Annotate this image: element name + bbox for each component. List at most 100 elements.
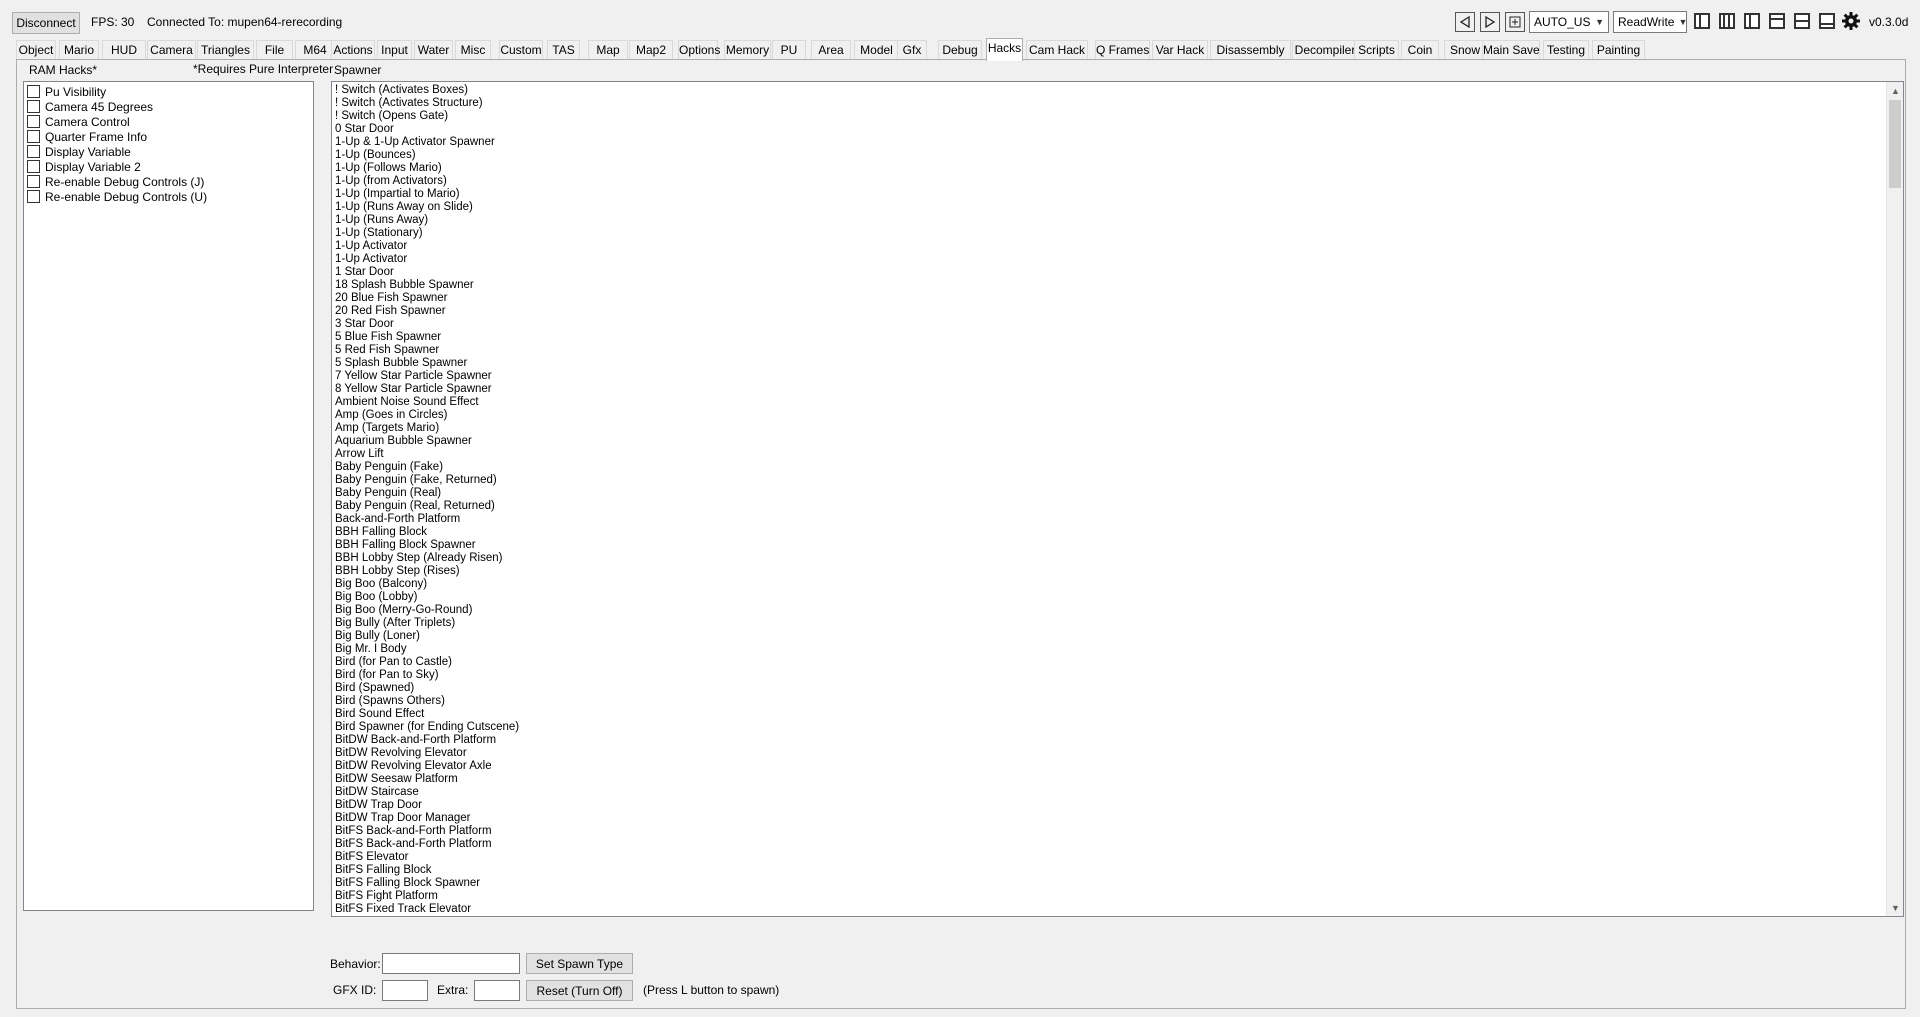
- ram-hack-checkbox[interactable]: Re-enable Debug Controls (U): [27, 189, 207, 204]
- spawner-list-item[interactable]: 0 Star Door: [335, 123, 394, 136]
- layout-4-icon[interactable]: [1769, 13, 1785, 29]
- behavior-input[interactable]: [382, 953, 520, 974]
- spawner-list-item[interactable]: Bird (for Pan to Castle): [335, 656, 452, 669]
- spawner-list-item[interactable]: Bird Spawner (for Ending Cutscene): [335, 721, 519, 734]
- spawner-list-item[interactable]: Baby Penguin (Real, Returned): [335, 500, 495, 513]
- ram-hack-checkbox[interactable]: Camera 45 Degrees: [27, 99, 153, 114]
- spawner-list-item[interactable]: ! Switch (Opens Gate): [335, 110, 448, 123]
- spawner-list-item[interactable]: BitFS Fixed Track Elevator: [335, 903, 471, 916]
- tab-mario[interactable]: Mario: [59, 40, 99, 60]
- spawner-list-item[interactable]: Bird (Spawns Others): [335, 695, 445, 708]
- scroll-up-icon[interactable]: ▲: [1887, 82, 1903, 99]
- ram-hack-checkbox[interactable]: Display Variable: [27, 144, 131, 159]
- spawner-list-item[interactable]: Big Boo (Merry-Go-Round): [335, 604, 472, 617]
- tab-tas[interactable]: TAS: [547, 40, 580, 60]
- checkbox-box[interactable]: [27, 145, 40, 158]
- spawner-list-item[interactable]: BitDW Seesaw Platform: [335, 773, 458, 786]
- disconnect-button[interactable]: Disconnect: [12, 12, 80, 34]
- checkbox-box[interactable]: [27, 85, 40, 98]
- spawner-list-item[interactable]: 1-Up (from Activators): [335, 175, 447, 188]
- spawner-list-item[interactable]: Arrow Lift: [335, 448, 384, 461]
- ram-hack-checkbox[interactable]: Pu Visibility: [27, 84, 106, 99]
- scroll-thumb[interactable]: [1889, 100, 1901, 188]
- tab-snow[interactable]: Snow: [1444, 40, 1486, 60]
- ram-hack-checkbox[interactable]: Camera Control: [27, 114, 130, 129]
- extra-input[interactable]: [474, 980, 520, 1001]
- spawner-list-item[interactable]: Amp (Targets Mario): [335, 422, 439, 435]
- tab-actions[interactable]: Actions: [331, 40, 375, 60]
- spawner-list-item[interactable]: BBH Falling Block Spawner: [335, 539, 476, 552]
- spawner-list-item[interactable]: 1-Up Activator: [335, 253, 407, 266]
- spawner-list-item[interactable]: Bird (for Pan to Sky): [335, 669, 439, 682]
- tab-area[interactable]: Area: [811, 40, 851, 60]
- tab-map[interactable]: Map: [588, 40, 628, 60]
- tab-var-hack[interactable]: Var Hack: [1152, 40, 1208, 60]
- tab-scripts[interactable]: Scripts: [1354, 40, 1399, 60]
- spawner-list-item[interactable]: 5 Red Fish Spawner: [335, 344, 439, 357]
- checkbox-box[interactable]: [27, 190, 40, 203]
- tab-q-frames[interactable]: Q Frames: [1095, 40, 1150, 60]
- access-mode-select[interactable]: ReadWrite ▼: [1613, 11, 1687, 33]
- spawner-list-item[interactable]: 1 Star Door: [335, 266, 394, 279]
- spawner-list-item[interactable]: BitDW Staircase: [335, 786, 419, 799]
- step-forward-icon[interactable]: [1480, 12, 1500, 32]
- spawner-list-item[interactable]: Baby Penguin (Fake, Returned): [335, 474, 497, 487]
- spawner-list-item[interactable]: BitFS Fight Platform: [335, 890, 438, 903]
- spawner-list-item[interactable]: 1-Up (Follows Mario): [335, 162, 442, 175]
- tab-map2[interactable]: Map2: [629, 40, 673, 60]
- ram-hack-checkbox[interactable]: Quarter Frame Info: [27, 129, 147, 144]
- tab-painting[interactable]: Painting: [1592, 40, 1645, 60]
- tab-triangles[interactable]: Triangles: [197, 40, 254, 60]
- tab-file[interactable]: File: [256, 40, 293, 60]
- tab-model[interactable]: Model: [854, 40, 899, 60]
- gear-icon[interactable]: [1841, 11, 1861, 34]
- ram-hack-checkbox[interactable]: Display Variable 2: [27, 159, 141, 174]
- reset-button[interactable]: Reset (Turn Off): [526, 980, 633, 1001]
- spawner-list-item[interactable]: Big Bully (After Triplets): [335, 617, 455, 630]
- spawner-list-item[interactable]: 1-Up Activator: [335, 240, 407, 253]
- spawner-list-item[interactable]: ! Switch (Activates Boxes): [335, 84, 468, 97]
- spawner-list-item[interactable]: 1-Up & 1-Up Activator Spawner: [335, 136, 495, 149]
- spawner-list-item[interactable]: Big Boo (Lobby): [335, 591, 417, 604]
- spawner-list-item[interactable]: BitFS Back-and-Forth Platform: [335, 838, 492, 851]
- spawner-list-item[interactable]: BitDW Revolving Elevator Axle: [335, 760, 492, 773]
- ram-hack-checkbox[interactable]: Re-enable Debug Controls (J): [27, 174, 204, 189]
- spawner-list-item[interactable]: 1-Up (Runs Away): [335, 214, 428, 227]
- tab-decompiler[interactable]: Decompiler: [1292, 40, 1358, 60]
- tab-disassembly[interactable]: Disassembly: [1210, 40, 1291, 60]
- spawner-scrollbar[interactable]: ▲ ▼: [1886, 82, 1903, 916]
- layout-2-icon[interactable]: [1719, 13, 1735, 29]
- tab-m64[interactable]: M64: [295, 40, 335, 60]
- tab-misc[interactable]: Misc: [455, 40, 491, 60]
- step-back-icon[interactable]: [1455, 12, 1475, 32]
- spawner-list-item[interactable]: BitFS Falling Block Spawner: [335, 877, 480, 890]
- spawner-list-item[interactable]: Bird (Spawned): [335, 682, 414, 695]
- spawner-list-item[interactable]: 8 Yellow Star Particle Spawner: [335, 383, 492, 396]
- checkbox-box[interactable]: [27, 100, 40, 113]
- spawner-list-item[interactable]: BitDW Revolving Elevator: [335, 747, 467, 760]
- checkbox-box[interactable]: [27, 115, 40, 128]
- tab-custom[interactable]: Custom: [499, 40, 543, 60]
- tab-input[interactable]: Input: [377, 40, 412, 60]
- spawner-list-item[interactable]: 20 Red Fish Spawner: [335, 305, 446, 318]
- tab-hud[interactable]: HUD: [102, 40, 146, 60]
- tab-object[interactable]: Object: [16, 40, 56, 60]
- spawner-list-item[interactable]: BitDW Trap Door: [335, 799, 422, 812]
- tab-debug[interactable]: Debug: [938, 40, 982, 60]
- layout-1-icon[interactable]: [1694, 13, 1710, 29]
- spawner-list-item[interactable]: Amp (Goes in Circles): [335, 409, 447, 422]
- region-select[interactable]: AUTO_US ▼: [1529, 11, 1609, 33]
- tab-camera[interactable]: Camera: [147, 40, 196, 60]
- checkbox-box[interactable]: [27, 175, 40, 188]
- spawner-list-item[interactable]: BitDW Trap Door Manager: [335, 812, 471, 825]
- spawner-list-item[interactable]: ! Switch (Activates Structure): [335, 97, 483, 110]
- spawner-list-item[interactable]: BBH Falling Block: [335, 526, 427, 539]
- spawner-list-item[interactable]: Big Mr. I Body: [335, 643, 407, 656]
- layout-6-icon[interactable]: [1819, 13, 1835, 29]
- tab-water[interactable]: Water: [414, 40, 453, 60]
- spawner-list-item[interactable]: BBH Lobby Step (Already Risen): [335, 552, 502, 565]
- tab-gfx[interactable]: Gfx: [897, 40, 927, 60]
- tab-options[interactable]: Options: [678, 40, 720, 60]
- spawner-list-item[interactable]: Aquarium Bubble Spawner: [335, 435, 472, 448]
- spawner-list-item[interactable]: BitFS Back-and-Forth Platform: [335, 825, 492, 838]
